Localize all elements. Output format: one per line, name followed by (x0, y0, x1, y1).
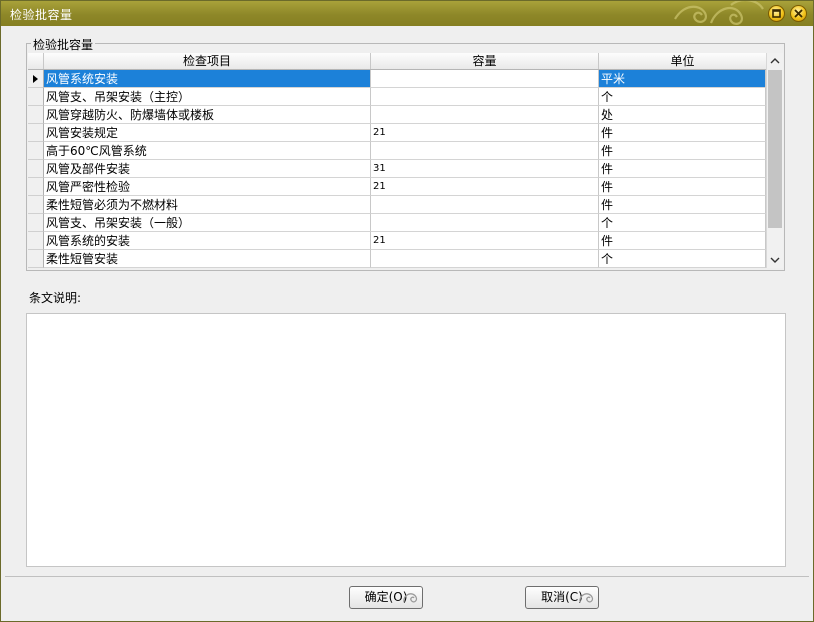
footer-divider (5, 576, 809, 577)
cell-capacity[interactable]: 31 (371, 160, 599, 178)
cell-unit[interactable]: 个 (599, 250, 766, 268)
column-header-item[interactable]: 检查项目 (44, 53, 371, 69)
maximize-button[interactable] (768, 5, 785, 22)
cell-capacity[interactable]: 21 (371, 124, 599, 142)
table-row[interactable]: 风管安装规定 21 件 (28, 124, 766, 142)
cell-capacity[interactable] (371, 250, 599, 268)
cell-capacity[interactable] (371, 106, 599, 124)
grid-vertical-scrollbar[interactable] (766, 53, 783, 268)
row-header[interactable] (28, 160, 44, 178)
cell-item[interactable]: 高于60℃风管系统 (44, 142, 371, 160)
cell-item[interactable]: 风管严密性检验 (44, 178, 371, 196)
cancel-button[interactable]: 取消(C) (525, 586, 599, 609)
cell-item[interactable]: 风管穿越防火、防爆墙体或楼板 (44, 106, 371, 124)
row-header[interactable] (28, 214, 44, 232)
row-header[interactable] (28, 250, 44, 268)
table-row[interactable]: 风管及部件安装 31 件 (28, 160, 766, 178)
window-title: 检验批容量 (10, 8, 73, 22)
table-row[interactable]: 高于60℃风管系统 件 (28, 142, 766, 160)
description-label: 条文说明: (29, 291, 82, 305)
cell-item[interactable]: 风管支、吊架安装（一般） (44, 214, 371, 232)
current-row-indicator-icon (33, 75, 38, 83)
grid-header: 检查项目 容量 单位 (28, 53, 766, 70)
groupbox-legend: 检验批容量 (31, 36, 96, 53)
ok-button[interactable]: 确定(O) (349, 586, 423, 609)
close-button[interactable] (790, 5, 807, 22)
row-header[interactable] (28, 196, 44, 214)
row-header[interactable] (28, 142, 44, 160)
cell-item[interactable]: 柔性短管安装 (44, 250, 371, 268)
swirl-ornament-icon (403, 593, 418, 603)
cell-capacity[interactable] (371, 214, 599, 232)
dialog-window: 检验批容量 检验批容量 检查项目 容量 单位 风管系统安装 平米 风管支、吊架安… (0, 0, 814, 622)
title-bar[interactable]: 检验批容量 (1, 1, 813, 26)
table-row[interactable]: 风管系统的安装 21 件 (28, 232, 766, 250)
column-header-unit[interactable]: 单位 (599, 53, 766, 69)
cell-item[interactable]: 风管系统的安装 (44, 232, 371, 250)
table-row[interactable]: 风管系统安装 平米 (28, 70, 766, 88)
row-header[interactable] (28, 70, 44, 88)
scroll-up-arrow-icon[interactable] (767, 53, 783, 69)
cell-capacity[interactable] (371, 88, 599, 106)
description-textarea[interactable] (26, 313, 786, 567)
cell-unit[interactable]: 平米 (599, 70, 766, 88)
capacity-grid[interactable]: 检查项目 容量 单位 风管系统安装 平米 风管支、吊架安装（主控）个风管穿越防火、防… (28, 53, 767, 268)
cell-unit[interactable]: 件 (599, 232, 766, 250)
cell-unit[interactable]: 件 (599, 142, 766, 160)
column-header-capacity[interactable]: 容量 (371, 53, 599, 69)
cell-unit[interactable]: 个 (599, 214, 766, 232)
cell-capacity[interactable] (371, 196, 599, 214)
scroll-thumb[interactable] (768, 70, 782, 228)
scroll-down-arrow-icon[interactable] (767, 252, 783, 268)
cell-unit[interactable]: 件 (599, 178, 766, 196)
cell-item[interactable]: 柔性短管必须为不燃材料 (44, 196, 371, 214)
row-header[interactable] (28, 178, 44, 196)
row-header[interactable] (28, 106, 44, 124)
cell-item[interactable]: 风管安装规定 (44, 124, 371, 142)
table-row[interactable]: 柔性短管必须为不燃材料 件 (28, 196, 766, 214)
row-header-corner (28, 53, 44, 69)
cell-item[interactable]: 风管及部件安装 (44, 160, 371, 178)
row-header[interactable] (28, 232, 44, 250)
table-row[interactable]: 风管穿越防火、防爆墙体或楼板 处 (28, 106, 766, 124)
cell-unit[interactable]: 件 (599, 196, 766, 214)
cell-capacity[interactable] (371, 70, 599, 88)
cell-unit[interactable]: 件 (599, 124, 766, 142)
row-header[interactable] (28, 88, 44, 106)
cell-unit[interactable]: 处 (599, 106, 766, 124)
table-row[interactable]: 风管支、吊架安装（主控） 个 (28, 88, 766, 106)
table-row[interactable]: 柔性短管安装 个 (28, 250, 766, 268)
table-row[interactable]: 风管严密性检验 21 件 (28, 178, 766, 196)
maximize-icon (772, 9, 781, 18)
swirl-ornament-icon (579, 593, 594, 603)
row-header[interactable] (28, 124, 44, 142)
table-row[interactable]: 风管支、吊架安装（一般） 个 (28, 214, 766, 232)
cell-capacity[interactable]: 21 (371, 178, 599, 196)
cell-unit[interactable]: 个 (599, 88, 766, 106)
cell-item[interactable]: 风管系统安装 (44, 70, 371, 88)
cell-item[interactable]: 风管支、吊架安装（主控） (44, 88, 371, 106)
cloud-ornament-icon (674, 1, 764, 25)
close-icon (794, 9, 803, 18)
cell-capacity[interactable] (371, 142, 599, 160)
cell-capacity[interactable]: 21 (371, 232, 599, 250)
cell-unit[interactable]: 件 (599, 160, 766, 178)
